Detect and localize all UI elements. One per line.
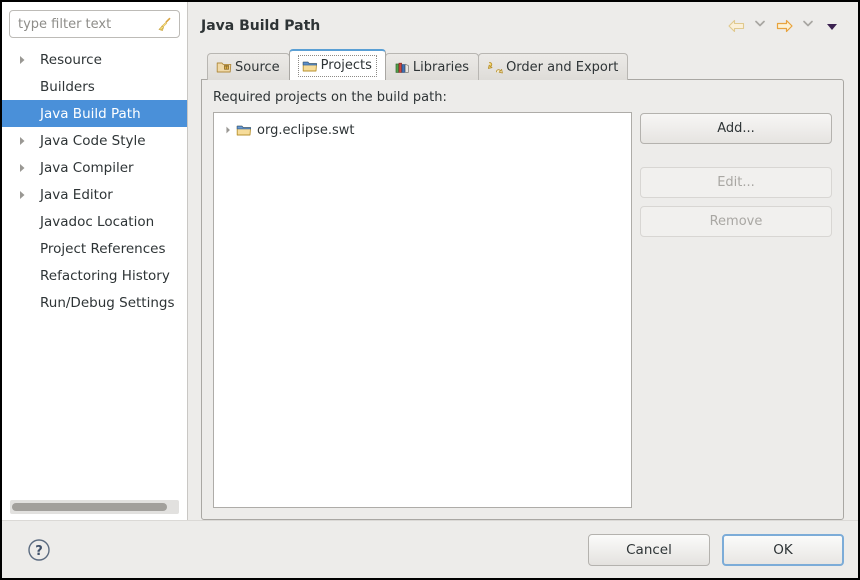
sidebar-item-resource[interactable]: Resource xyxy=(2,46,187,73)
sidebar-item-project-references[interactable]: Project References xyxy=(2,235,187,262)
tab-projects[interactable]: Projects xyxy=(288,49,386,80)
sidebar-horizontal-scrollbar[interactable] xyxy=(10,500,179,514)
required-projects-label: Required projects on the build path: xyxy=(213,90,447,105)
projects-folder-icon xyxy=(302,58,318,74)
view-menu-icon[interactable] xyxy=(820,15,844,37)
preferences-dialog: Resource Builders Java Build Path Java Code… xyxy=(0,0,860,580)
sidebar-item-label: Resource xyxy=(40,51,102,68)
source-folder-icon xyxy=(216,59,232,75)
add-button[interactable]: Add... xyxy=(640,113,832,144)
order-export-icon xyxy=(487,59,503,75)
footer-buttons: Cancel OK xyxy=(588,533,844,566)
sidebar-item-label: Javadoc Location xyxy=(40,213,155,230)
tab-label: Projects xyxy=(320,58,372,73)
preferences-tree[interactable]: Resource Builders Java Build Path Java Code… xyxy=(2,44,187,494)
sidebar-item-label: Java Editor xyxy=(40,186,113,203)
expand-triangle-icon[interactable] xyxy=(220,123,236,137)
sidebar-item-java-code-style[interactable]: Java Code Style xyxy=(2,127,187,154)
project-folder-icon xyxy=(236,122,252,138)
page-header: Java Build Path xyxy=(188,2,858,49)
tab-inner: Source xyxy=(216,59,280,75)
tab-strip: Source Projects Libraries Order and Export xyxy=(201,49,844,80)
search-input[interactable] xyxy=(10,11,179,37)
tab-inner: Projects xyxy=(297,54,377,77)
required-projects-list[interactable]: org.eclipse.swt xyxy=(213,112,632,508)
sidebar-item-label: Java Compiler xyxy=(40,159,134,176)
preferences-page: Java Build Path Source Projects Librarie… xyxy=(188,2,858,520)
page-title: Java Build Path xyxy=(201,17,321,34)
sidebar-item-java-compiler[interactable]: Java Compiler xyxy=(2,154,187,181)
expand-triangle-icon[interactable] xyxy=(12,187,32,203)
back-dropdown-icon[interactable] xyxy=(751,15,769,37)
filter-area xyxy=(2,2,187,44)
expand-triangle-icon[interactable] xyxy=(12,52,32,68)
tab-label: Order and Export xyxy=(506,59,619,75)
libraries-books-icon xyxy=(394,59,410,75)
sidebar-scroll-area xyxy=(2,494,187,520)
sidebar-item-builders[interactable]: Builders xyxy=(2,73,187,100)
sidebar-item-java-editor[interactable]: Java Editor xyxy=(2,181,187,208)
preferences-sidebar: Resource Builders Java Build Path Java Code… xyxy=(2,2,188,520)
tab-source[interactable]: Source xyxy=(207,53,290,80)
sidebar-item-label: Java Build Path xyxy=(40,105,141,122)
back-arrow-icon[interactable] xyxy=(724,15,748,37)
tab-inner: Libraries xyxy=(394,59,469,75)
forward-dropdown-icon[interactable] xyxy=(799,15,817,37)
projects-tab-panel: Required projects on the build path: org… xyxy=(201,79,844,520)
sidebar-item-label: Refactoring History xyxy=(40,267,170,284)
list-item[interactable]: org.eclipse.swt xyxy=(214,118,631,142)
tab-order-and-export[interactable]: Order and Export xyxy=(478,53,629,80)
sidebar-item-javadoc-location[interactable]: Javadoc Location xyxy=(2,208,187,235)
dialog-body: Resource Builders Java Build Path Java Code… xyxy=(2,2,858,520)
expand-triangle-icon[interactable] xyxy=(12,133,32,149)
expand-triangle-icon[interactable] xyxy=(12,160,32,176)
dialog-footer: ? Cancel OK xyxy=(2,520,858,578)
cancel-button[interactable]: Cancel xyxy=(588,533,710,566)
tab-inner: Order and Export xyxy=(487,59,618,75)
projects-panel-row: org.eclipse.swt Add... Edit... Remove xyxy=(213,112,832,508)
button-group-spacer xyxy=(640,152,832,159)
tab-label: Source xyxy=(235,59,280,75)
list-action-buttons: Add... Edit... Remove xyxy=(640,112,832,508)
sidebar-item-label: Project References xyxy=(40,240,166,257)
list-item-label: org.eclipse.swt xyxy=(257,122,355,138)
sidebar-item-run-debug-settings[interactable]: Run/Debug Settings xyxy=(2,289,187,316)
broom-icon[interactable] xyxy=(157,16,173,32)
svg-text:?: ? xyxy=(35,544,43,559)
help-question-icon[interactable]: ? xyxy=(26,537,52,563)
history-nav-controls xyxy=(724,15,844,37)
sidebar-item-label: Java Code Style xyxy=(40,132,146,149)
tab-libraries[interactable]: Libraries xyxy=(384,53,480,80)
ok-button[interactable]: OK xyxy=(722,533,844,566)
sidebar-item-label: Builders xyxy=(40,78,95,95)
forward-arrow-icon[interactable] xyxy=(772,15,796,37)
tab-label: Libraries xyxy=(412,59,470,75)
filter-box[interactable] xyxy=(9,10,180,38)
sidebar-item-label: Run/Debug Settings xyxy=(40,294,175,311)
scrollbar-thumb[interactable] xyxy=(12,503,167,511)
tab-folder: Source Projects Libraries Order and Export … xyxy=(188,49,858,520)
sidebar-item-refactoring-history[interactable]: Refactoring History xyxy=(2,262,187,289)
edit-button: Edit... xyxy=(640,167,832,198)
sidebar-item-java-build-path[interactable]: Java Build Path xyxy=(2,100,187,127)
remove-button: Remove xyxy=(640,206,832,237)
